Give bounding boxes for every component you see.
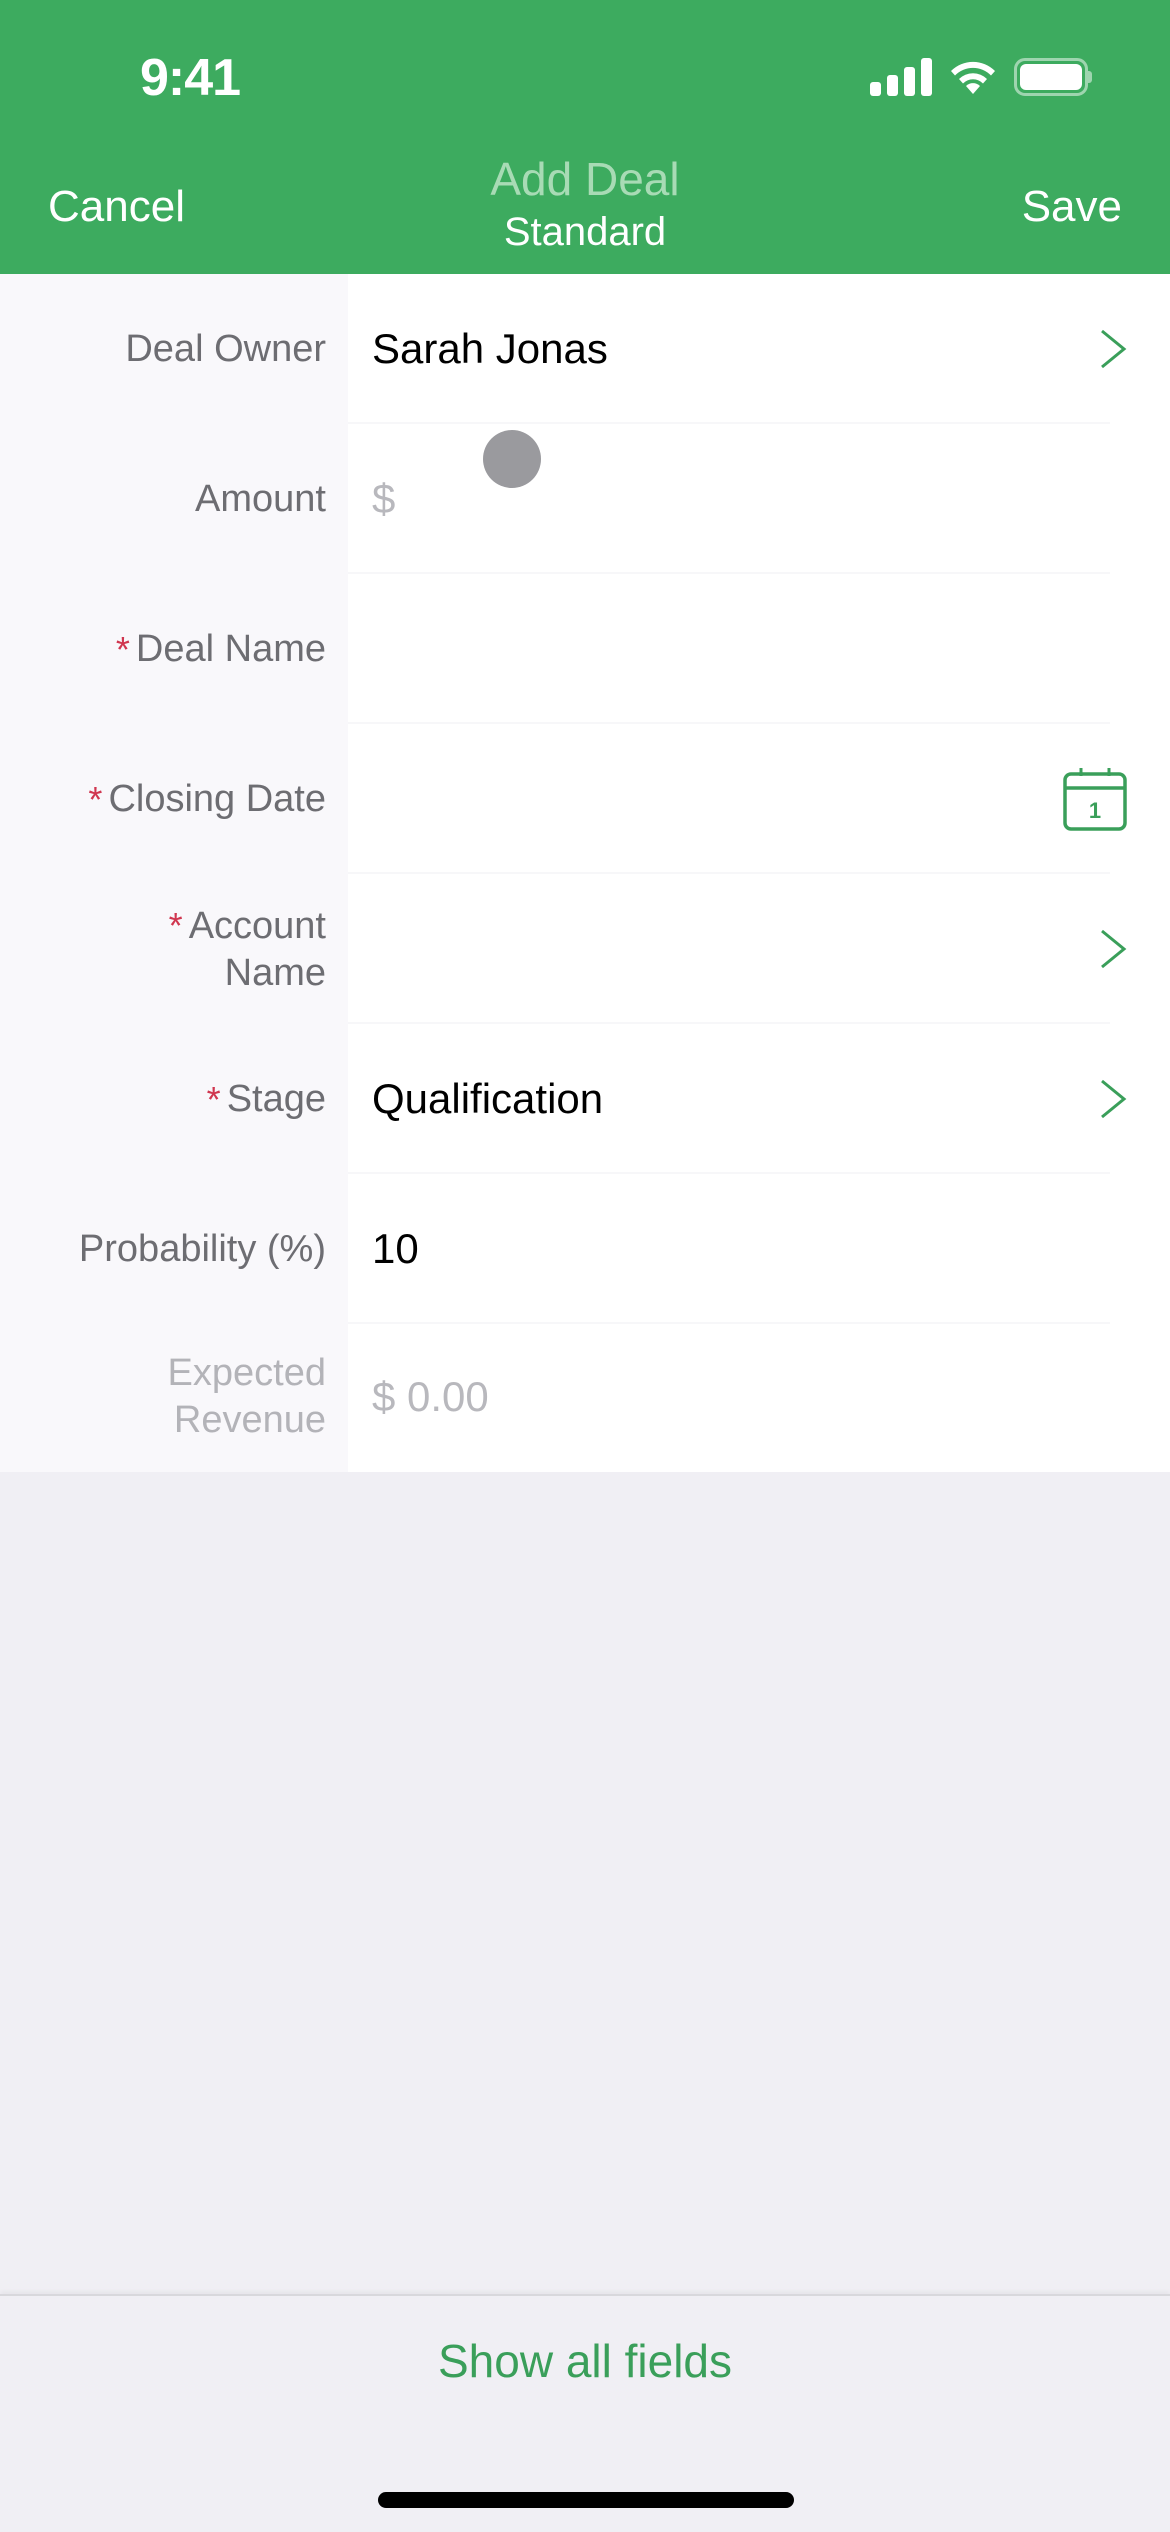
home-indicator[interactable] [378,2492,794,2508]
field-probability[interactable]: Probability (%) 10 [0,1174,1170,1324]
required-marker: * [206,1078,221,1120]
field-label: Deal Owner [125,327,326,370]
stage-value[interactable]: Qualification [372,1024,1030,1174]
required-marker: * [88,778,103,820]
field-label: Expected Revenue [0,1322,326,1472]
field-account-name[interactable]: * Account Name [0,874,1170,1024]
field-closing-date[interactable]: * Closing Date 1 [0,724,1170,874]
field-label: * Account Name [0,874,326,1024]
show-all-fields-button[interactable]: Show all fields [0,2334,1170,2388]
status-time: 9:41 [140,49,241,107]
chevron-right-icon[interactable] [1098,327,1128,371]
required-marker: * [168,904,183,946]
expected-revenue-value: $ 0.00 [372,1373,489,1420]
field-label-text: Expected [167,1352,326,1394]
battery-icon [1014,58,1092,96]
field-label-text: Stage [226,1077,326,1120]
field-label-text: Revenue [173,1399,326,1441]
field-label: Amount [195,477,326,520]
field-amount[interactable]: Amount $ [0,424,1170,574]
deal-owner-value[interactable]: Sarah Jonas [372,274,1030,424]
calendar-day: 1 [1089,798,1101,823]
status-icons [870,58,1092,96]
page-title: Add Deal [490,153,680,205]
field-deal-name[interactable]: * Deal Name [0,574,1170,724]
probability-input[interactable]: 10 [372,1174,1030,1324]
field-expected-revenue: Expected Revenue $ 0.00 [0,1322,1170,1472]
field-label: Probability (%) [78,1227,326,1270]
touch-indicator [483,430,541,488]
cellular-signal-icon [870,58,932,96]
closing-date-input[interactable] [372,724,1030,874]
field-label-text: Closing Date [108,777,326,820]
chevron-right-icon[interactable] [1098,927,1128,971]
field-label-text: Account [188,904,326,947]
save-button[interactable]: Save [1022,182,1122,232]
field-label: * Closing Date [0,724,326,874]
amount-input[interactable]: $ [372,424,1030,574]
field-label: * Deal Name [0,574,326,724]
field-label-text: Name [224,951,326,994]
field-label-text: Deal Name [135,627,326,670]
chevron-right-icon[interactable] [1098,1077,1128,1121]
required-marker: * [115,628,130,670]
layout-subtitle: Standard [503,210,667,254]
account-name-input[interactable] [372,874,1030,1024]
field-deal-owner[interactable]: Deal Owner Sarah Jonas [0,274,1170,424]
field-label: * Stage [0,1024,326,1174]
deal-form: Deal Owner Sarah Jonas Amount $ * Deal N… [0,274,1170,1472]
deal-name-input[interactable] [372,574,1030,724]
calendar-icon[interactable]: 1 [1062,766,1128,832]
navigation-header: 9:41 Cancel Add Deal Standard Save [0,0,1170,274]
field-stage[interactable]: * Stage Qualification [0,1024,1170,1174]
wifi-icon [951,61,995,94]
